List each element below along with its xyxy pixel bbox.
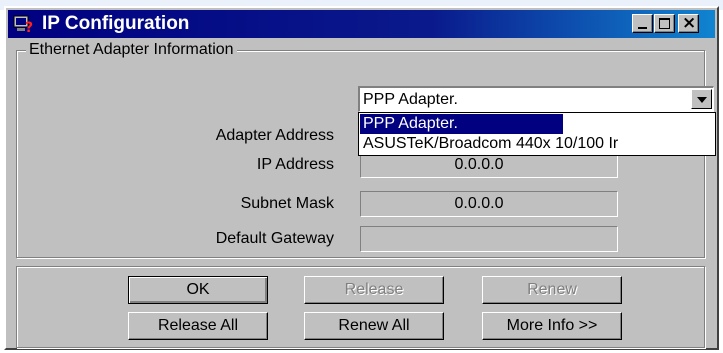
title-bar[interactable]: ? IP Configuration ×	[8, 10, 715, 38]
minimize-icon[interactable]	[632, 14, 653, 33]
renew-all-button[interactable]: Renew All	[304, 312, 444, 340]
default-gateway-field	[360, 226, 618, 252]
more-info-button[interactable]: More Info >>	[482, 312, 622, 340]
ok-button[interactable]: OK	[128, 276, 268, 304]
group-legend: Ethernet Adapter Information	[26, 40, 237, 60]
close-icon[interactable]: ×	[678, 14, 699, 33]
ip-configuration-window: ? IP Configuration × Ethernet Adapter In…	[4, 6, 719, 350]
renew-button[interactable]: Renew	[482, 276, 622, 304]
ip-config-app-icon: ?	[13, 15, 33, 35]
adapter-option-ppp[interactable]: PPP Adapter.	[360, 114, 563, 134]
ip-address-value: 0.0.0.0	[454, 156, 504, 173]
chevron-down-icon[interactable]	[691, 89, 712, 109]
ip-address-label: IP Address	[256, 156, 334, 173]
svg-text:?: ?	[25, 20, 33, 35]
default-gateway-label: Default Gateway	[215, 230, 334, 247]
release-button[interactable]: Release	[304, 276, 444, 304]
maximize-icon[interactable]	[654, 14, 675, 33]
adapter-dropdown-list: PPP Adapter. ASUSTeK/Broadcom 440x 10/10…	[358, 112, 716, 156]
window-title: IP Configuration	[42, 13, 190, 34]
adapter-select-value: PPP Adapter.	[363, 91, 458, 108]
subnet-mask-value: 0.0.0.0	[454, 195, 504, 212]
adapter-select[interactable]: PPP Adapter.	[358, 86, 714, 112]
subnet-mask-label: Subnet Mask	[240, 195, 334, 212]
release-all-button[interactable]: Release All	[128, 312, 268, 340]
subnet-mask-field: 0.0.0.0	[360, 191, 618, 217]
adapter-address-label: Adapter Address	[215, 127, 334, 144]
adapter-option-broadcom[interactable]: ASUSTeK/Broadcom 440x 10/100 Ir	[360, 134, 713, 154]
